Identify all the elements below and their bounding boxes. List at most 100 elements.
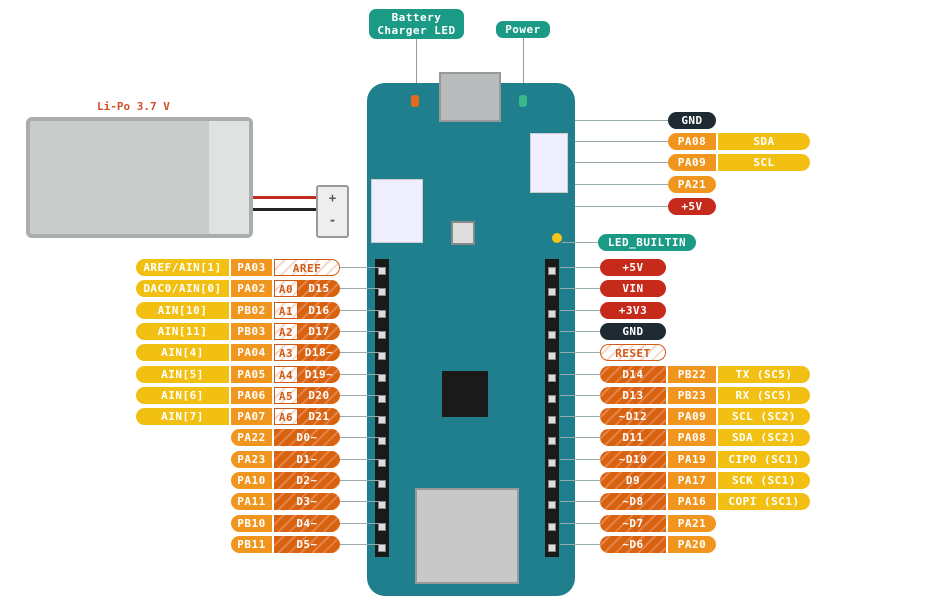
- connector-line: [340, 437, 380, 439]
- connector-line: [560, 458, 600, 460]
- microcontroller-chip: [442, 371, 488, 417]
- eslov-connector: [371, 179, 423, 243]
- pin-port-label: PA21: [668, 514, 716, 532]
- builtin-led: [552, 233, 562, 243]
- pin-digital-label: D13: [600, 386, 666, 404]
- eslov-pin-label: GND: [668, 112, 716, 129]
- pin-port-label: PA06: [231, 386, 272, 404]
- pin-function-label: AIN[6]: [136, 386, 229, 404]
- connector-line: [560, 352, 600, 354]
- power-led-callout: Power: [496, 21, 550, 38]
- pin-function-label: AIN[7]: [136, 408, 229, 426]
- header-pin: [378, 288, 386, 297]
- pin-analog-label: A4: [274, 365, 298, 383]
- pin-port-label: PB02: [231, 301, 272, 319]
- eslov-function-label: SCL: [718, 154, 810, 171]
- eslov-function-label: SDA: [718, 133, 810, 150]
- pin-digital-label: D19~: [298, 365, 340, 383]
- connector-line: [575, 141, 668, 142]
- pin-port-label: PA03: [231, 259, 272, 276]
- connector-line: [340, 480, 380, 481]
- header-pin: [548, 394, 556, 403]
- connector-line: [340, 352, 380, 354]
- pin-digital-label: D18~: [298, 344, 340, 362]
- pin-port-label: PB11: [231, 535, 272, 553]
- pin-digital-label: D21: [298, 408, 340, 426]
- header-pin: [548, 267, 556, 275]
- header-pin: [548, 480, 556, 488]
- header-pin: [378, 373, 386, 382]
- power-led: [519, 95, 527, 107]
- header-pin: [548, 373, 556, 382]
- connector-line: [560, 501, 600, 503]
- header-pin: [378, 394, 386, 403]
- pin-digital-label: ~D12: [600, 408, 666, 426]
- header-pin: [378, 437, 386, 446]
- connector-line: [575, 184, 668, 185]
- connector-line: [575, 162, 668, 163]
- header-pin: [548, 288, 556, 297]
- charger-led: [411, 95, 419, 107]
- battery-wire-black: [253, 208, 318, 211]
- pin-digital-label: D16: [298, 301, 340, 319]
- pin-function-label: AIN[11]: [136, 322, 229, 340]
- reset-button[interactable]: [451, 221, 475, 245]
- pin-digital-label: ~D7: [600, 514, 666, 532]
- pin-port-label: PA17: [668, 472, 716, 489]
- header-pin: [548, 416, 556, 425]
- pin-digital-label: D9: [600, 472, 666, 489]
- pin-digital-label: D3~: [274, 493, 340, 511]
- connector-line: [575, 120, 668, 121]
- header-pin: [548, 352, 556, 361]
- header-pin: [378, 458, 386, 467]
- header-pin: [548, 501, 556, 510]
- arduino-board: [367, 72, 575, 596]
- header-pin: [548, 330, 556, 339]
- connector-line: [560, 416, 600, 418]
- connector-line: [560, 373, 600, 375]
- eslov-pin-label: +5V: [668, 198, 716, 215]
- pin-ground-label: GND: [600, 322, 666, 340]
- pin-digital-label: D2~: [274, 472, 340, 489]
- pin-function-label: DAC0/AIN[0]: [136, 280, 229, 298]
- pin-digital-label: ~D10: [600, 450, 666, 468]
- left-header: [375, 259, 389, 557]
- header-pin: [548, 522, 556, 531]
- connector-line: [560, 437, 600, 439]
- pin-function-label: RX (SC5): [718, 386, 810, 404]
- connector-line: [340, 309, 380, 311]
- connector-line: [560, 394, 600, 396]
- pin-analog-label: A0: [274, 280, 298, 298]
- pin-function-label: AIN[4]: [136, 344, 229, 362]
- pin-function-label: TX (SC5): [718, 365, 810, 383]
- eslov-pin-label: PA08: [668, 133, 716, 150]
- connector-line: [340, 501, 380, 503]
- pin-power-label: VIN: [600, 280, 666, 298]
- pin-port-label: PA02: [231, 280, 272, 298]
- header-pin: [378, 522, 386, 531]
- header-pin: [378, 267, 386, 275]
- pin-analog-label: A6: [274, 408, 298, 426]
- connector-line: [340, 373, 380, 375]
- pin-port-label: PA07: [231, 408, 272, 426]
- connector-line: [575, 206, 668, 207]
- pin-digital-label: D17: [298, 322, 340, 340]
- connector-line: [560, 480, 600, 481]
- pin-port-label: PA16: [668, 493, 716, 511]
- header-pin: [548, 543, 556, 552]
- header-pin: [378, 501, 386, 510]
- eslov-pin-label: PA21: [668, 176, 716, 193]
- pin-analog-label: A3: [274, 344, 298, 362]
- connector-line: [560, 522, 600, 524]
- pin-port-label: PB22: [668, 365, 716, 383]
- pin-port-label: PA23: [231, 450, 272, 468]
- pin-port-label: PA08: [668, 429, 716, 447]
- pin-digital-label: D11: [600, 429, 666, 447]
- pin-function-label: AREF/AIN[1]: [136, 259, 229, 276]
- pin-function-label: AIN[10]: [136, 301, 229, 319]
- header-pin: [378, 352, 386, 361]
- pin-port-label: PA22: [231, 429, 272, 447]
- connector-line: [560, 267, 600, 268]
- pin-digital-label: D5~: [274, 535, 340, 553]
- header-pin: [548, 458, 556, 467]
